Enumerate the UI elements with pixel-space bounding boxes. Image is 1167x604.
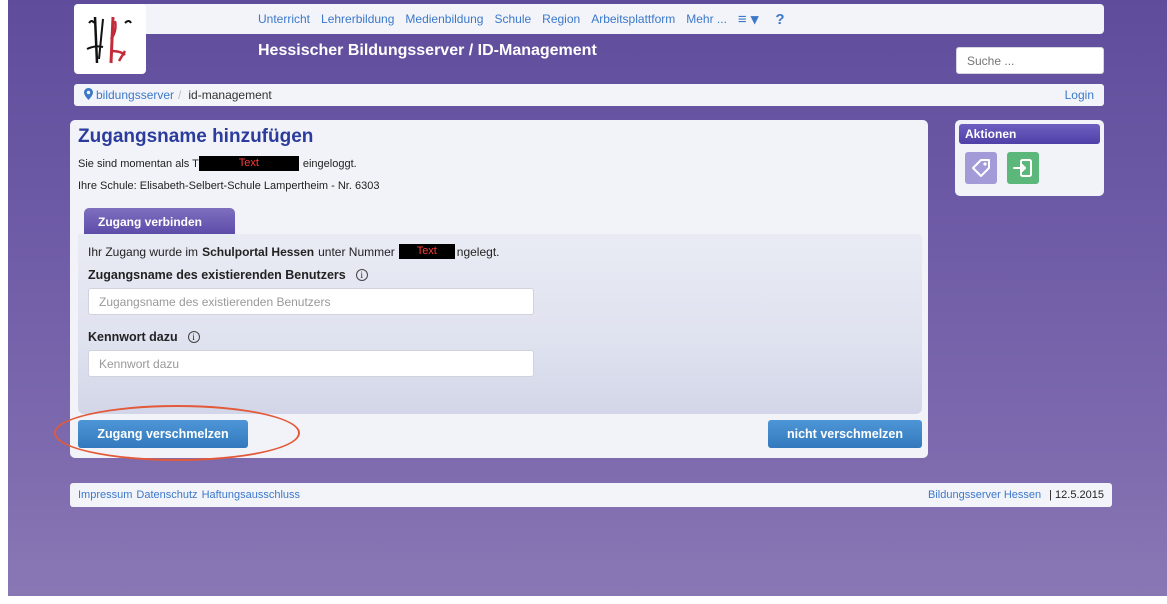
breadcrumb: bildungsserver / id-management Login: [74, 84, 1104, 106]
breadcrumb-home-link[interactable]: bildungsserver: [96, 88, 174, 102]
search-input[interactable]: [956, 47, 1104, 74]
site-title: Hessischer Bildungsserver / ID-Managemen…: [258, 42, 597, 59]
footer-link-bildungsserver[interactable]: Bildungsserver Hessen: [928, 489, 1041, 501]
bottom-border: [0, 596, 1167, 604]
login-status-suffix: eingeloggt.: [302, 157, 357, 170]
page-title: Zugangsname hinzufügen: [78, 126, 314, 147]
tab-zugang-verbinden[interactable]: Zugang verbinden: [84, 208, 235, 235]
account-info: Ihr Zugang wurde im Schulportal Hessen u…: [88, 244, 499, 259]
login-status: Sie sind momentan als T Text eingeloggt.: [78, 156, 357, 171]
help-icon[interactable]: ?: [775, 11, 784, 28]
footer-link-datenschutz[interactable]: Datenschutz: [136, 489, 197, 501]
footer-link-impressum[interactable]: Impressum: [78, 489, 132, 501]
nav-item-lehrerbildung[interactable]: Lehrerbildung: [321, 12, 394, 26]
logo-icon: [86, 16, 132, 64]
username-field[interactable]: [88, 288, 534, 315]
actions-sidebar: Aktionen: [955, 120, 1104, 196]
nav-item-medienbildung[interactable]: Medienbildung: [405, 12, 483, 26]
nav-item-region[interactable]: Region: [542, 12, 580, 26]
login-icon[interactable]: [1007, 152, 1039, 184]
info-icon[interactable]: i: [355, 269, 368, 281]
breadcrumb-current: id-management: [188, 88, 272, 102]
nav-item-schule[interactable]: Schule: [494, 12, 531, 26]
account-info-prefix: Ihr Zugang wurde im: [88, 244, 199, 259]
account-info-suffix: ngelegt.: [456, 244, 500, 259]
footer-right: Bildungsserver Hessen | 12.5.2015: [928, 489, 1104, 501]
breadcrumb-separator: /: [178, 88, 182, 102]
connect-form: Ihr Zugang wurde im Schulportal Hessen u…: [78, 234, 922, 414]
login-link[interactable]: Login: [1065, 88, 1094, 102]
site-logo[interactable]: [74, 4, 146, 74]
no-merge-button[interactable]: nicht verschmelzen: [768, 420, 922, 448]
location-pin-icon: [84, 87, 93, 103]
account-info-mid: unter Nummer: [318, 244, 395, 259]
footer: Impressum Datenschutz Haftungsausschluss…: [70, 483, 1112, 507]
actions-title: Aktionen: [959, 124, 1100, 144]
menu-icon[interactable]: ≡ ▾: [738, 10, 758, 28]
school-info: Ihre Schule: Elisabeth-Selbert-Schule La…: [78, 180, 380, 192]
username-label-text: Zugangsname des existierenden Benutzers: [88, 268, 346, 282]
redacted-username: Text: [198, 156, 299, 171]
top-navigation: Unterricht Lehrerbildung Medienbildung S…: [74, 4, 1104, 34]
username-label: Zugangsname des existierenden Benutzers …: [88, 268, 368, 282]
footer-link-haftungsausschluss[interactable]: Haftungsausschluss: [202, 489, 300, 501]
password-label: Kennwort dazu i: [88, 330, 200, 344]
nav-item-unterricht[interactable]: Unterricht: [258, 12, 310, 26]
password-field[interactable]: [88, 350, 534, 377]
footer-date: | 12.5.2015: [1049, 489, 1104, 501]
login-status-prefix: Sie sind momentan als T: [78, 157, 199, 170]
password-label-text: Kennwort dazu: [88, 330, 178, 344]
nav-item-arbeitsplattform[interactable]: Arbeitsplattform: [591, 12, 675, 26]
highlight-annotation: [54, 405, 300, 461]
nav-item-mehr[interactable]: Mehr ...: [686, 12, 727, 26]
redacted-number: Text: [398, 244, 455, 259]
info-icon[interactable]: i: [187, 331, 200, 343]
account-info-portal: Schulportal Hessen: [202, 244, 315, 259]
left-border: [0, 0, 8, 604]
tag-icon[interactable]: [965, 152, 997, 184]
